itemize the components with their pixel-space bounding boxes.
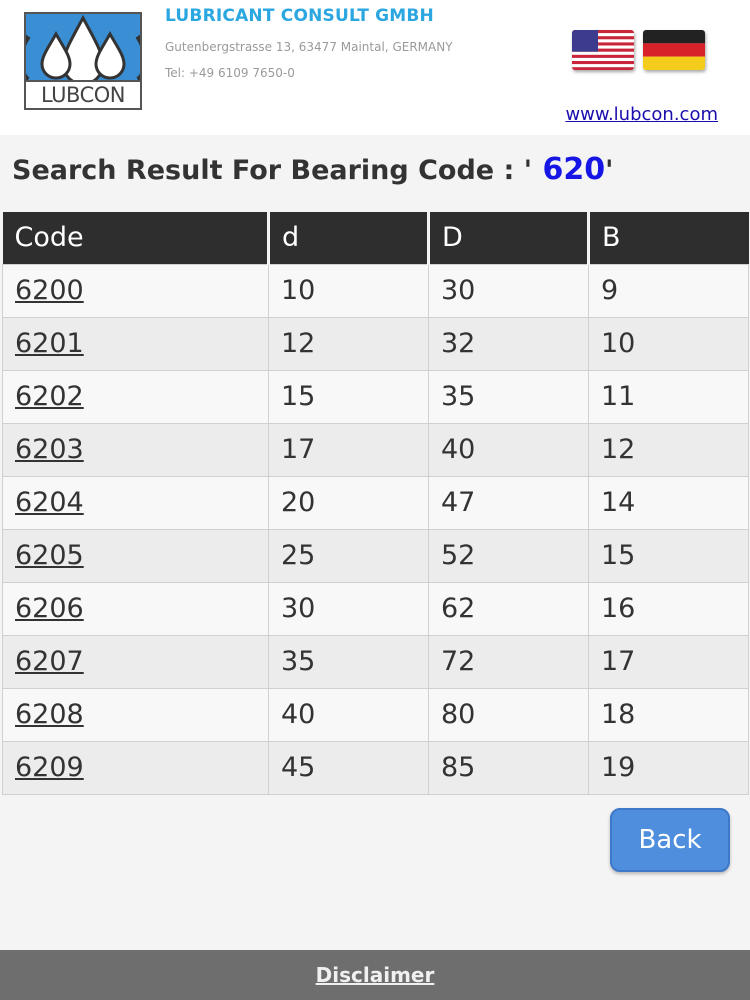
d-cell: 10 [268,263,429,318]
bearing-code-link[interactable]: 6200 [15,275,84,306]
company-name: LUBRICANT CONSULT GMBH [165,6,434,26]
d-cell: 17 [268,422,429,477]
B-cell: 17 [588,634,749,689]
D-cell: 47 [428,475,589,530]
disclaimer-link[interactable]: Disclaimer [316,963,435,987]
us-flag-icon[interactable] [572,30,634,70]
bearing-code-link[interactable]: 6207 [15,646,84,677]
table-row: 6208 40 80 18 [2,687,749,742]
D-cell: 30 [428,263,589,318]
code-cell: 6203 [2,422,269,477]
lubcon-logo[interactable]: LUBCON [24,12,142,110]
B-cell: 14 [588,475,749,530]
D-cell: 85 [428,740,589,795]
code-cell: 6201 [2,316,269,371]
bearing-code-link[interactable]: 6208 [15,699,84,730]
bearing-code-link[interactable]: 6203 [15,434,84,465]
company-phone: Tel: +49 6109 7650-0 [165,66,295,80]
table-row: 6209 45 85 19 [2,740,749,795]
table-row: 6205 25 52 15 [2,528,749,583]
code-cell: 6207 [2,634,269,689]
table-row: 6200 10 30 9 [2,263,749,318]
code-cell: 6204 [2,475,269,530]
bearing-code-link[interactable]: 6204 [15,487,84,518]
D-cell: 40 [428,422,589,477]
code-cell: 6206 [2,581,269,636]
footer: Disclaimer [0,950,750,1000]
d-cell: 40 [268,687,429,742]
d-cell: 30 [268,581,429,636]
table-header-row: Code d D B [2,212,749,264]
logo-drops-graphic [26,14,140,80]
logo-text: LUBCON [26,80,140,108]
B-cell: 15 [588,528,749,583]
table-row: 6206 30 62 16 [2,581,749,636]
B-cell: 10 [588,316,749,371]
table-row: 6202 15 35 11 [2,369,749,424]
table-row: 6204 20 47 14 [2,475,749,530]
d-cell: 25 [268,528,429,583]
d-cell: 15 [268,369,429,424]
german-flag-icon[interactable] [643,30,705,70]
page-title: Search Result For Bearing Code : ' 620' [12,152,613,187]
company-address: Gutenbergstrasse 13, 63477 Maintal, GERM… [165,40,453,54]
code-cell: 6208 [2,687,269,742]
B-cell: 12 [588,422,749,477]
D-cell: 62 [428,581,589,636]
code-cell: 6209 [2,740,269,795]
code-cell: 6200 [2,263,269,318]
table-row: 6201 12 32 10 [2,316,749,371]
website-link[interactable]: www.lubcon.com [565,104,718,125]
B-cell: 18 [588,687,749,742]
D-cell: 80 [428,687,589,742]
table-row: 6203 17 40 12 [2,422,749,477]
bearing-results-table: Code d D B 6200 10 30 9 6201 12 32 10 62… [2,212,749,795]
column-header-d: d [268,212,430,264]
bearing-code-link[interactable]: 6202 [15,381,84,412]
B-cell: 9 [588,263,749,318]
column-header-D: D [428,212,590,264]
column-header-code: Code [2,212,270,264]
D-cell: 32 [428,316,589,371]
B-cell: 16 [588,581,749,636]
d-cell: 12 [268,316,429,371]
B-cell: 19 [588,740,749,795]
D-cell: 35 [428,369,589,424]
bearing-code-link[interactable]: 6201 [15,328,84,359]
search-title-prefix: Search Result For Bearing Code : ' [12,155,532,186]
search-title-suffix: ' [605,155,614,186]
column-header-B: B [588,212,749,264]
D-cell: 52 [428,528,589,583]
d-cell: 45 [268,740,429,795]
B-cell: 11 [588,369,749,424]
D-cell: 72 [428,634,589,689]
d-cell: 35 [268,634,429,689]
header: LUBCON LUBRICANT CONSULT GMBH Gutenbergs… [0,0,750,135]
d-cell: 20 [268,475,429,530]
code-cell: 6205 [2,528,269,583]
code-cell: 6202 [2,369,269,424]
bearing-code-link[interactable]: 6205 [15,540,84,571]
back-button[interactable]: Back [610,808,730,872]
bearing-code-link[interactable]: 6206 [15,593,84,624]
bearing-code-link[interactable]: 6209 [15,752,84,783]
table-row: 6207 35 72 17 [2,634,749,689]
search-code: 620 [532,152,606,187]
